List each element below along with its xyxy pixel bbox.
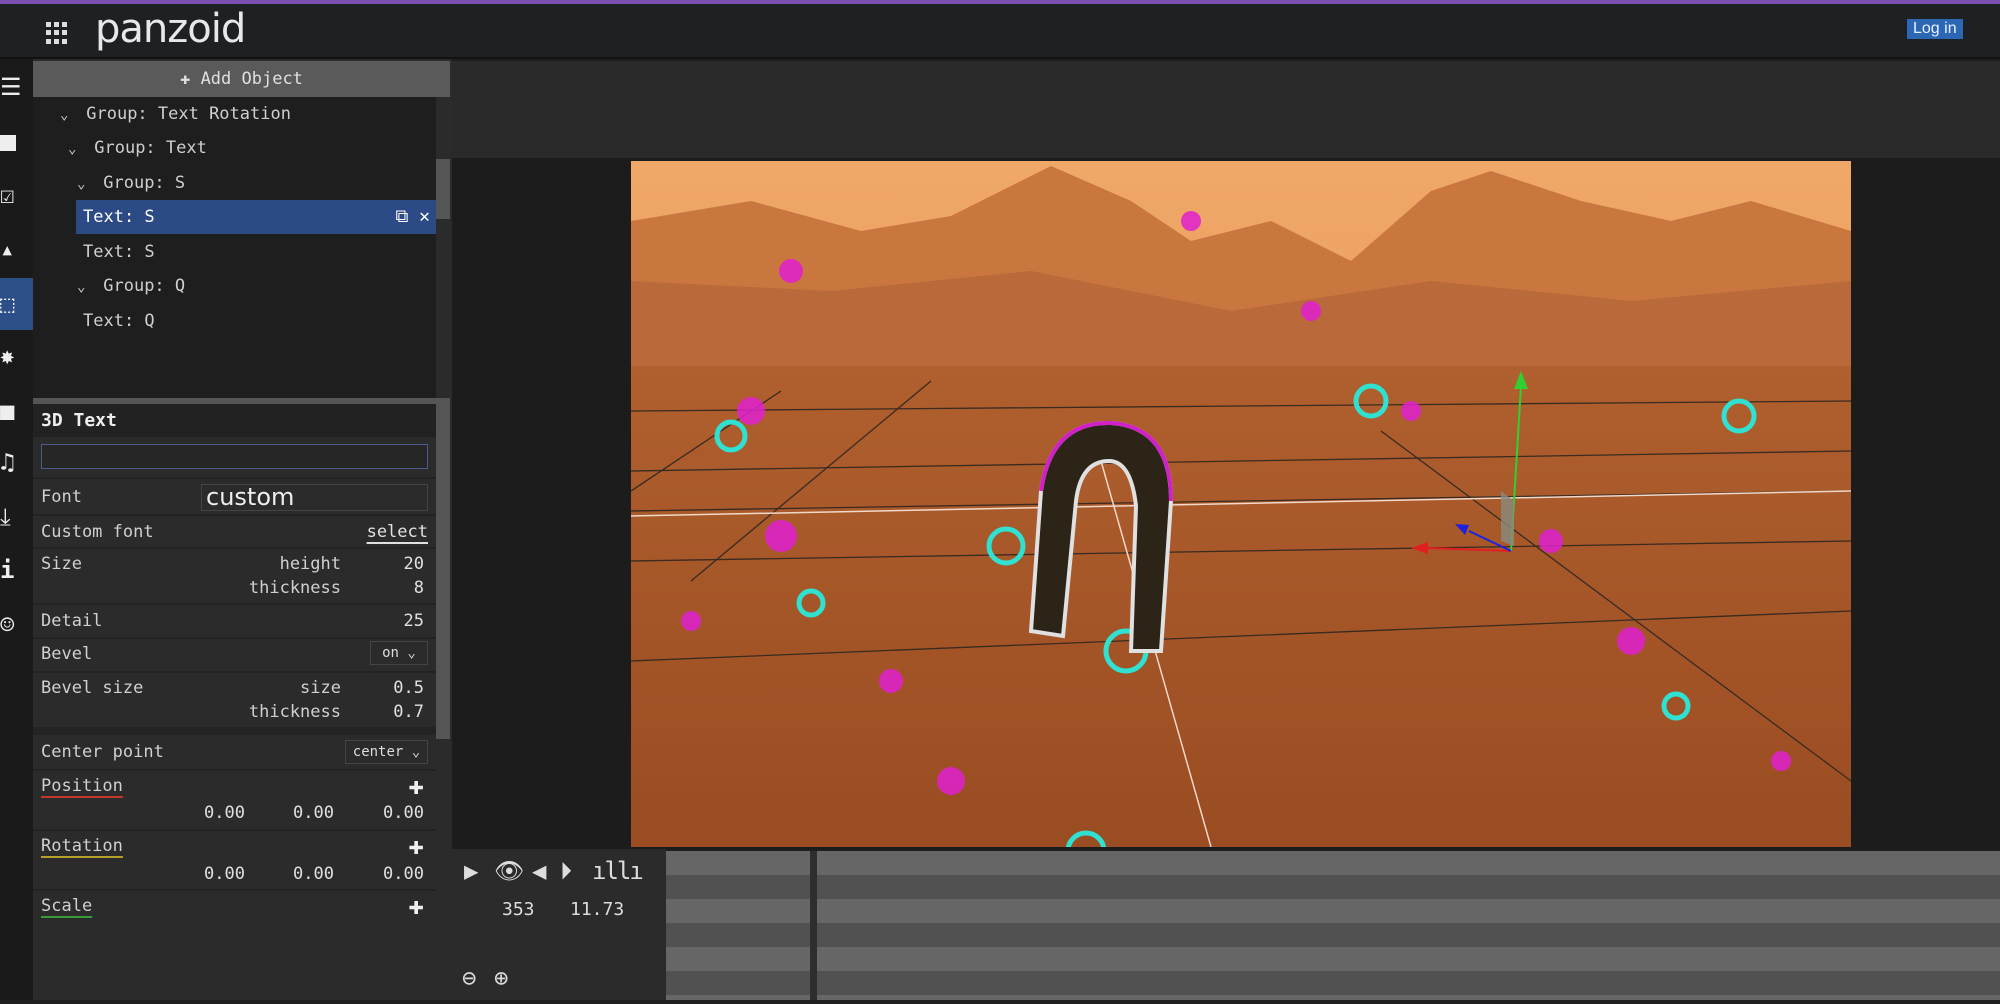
- add-rotation-keyframe-icon[interactable]: ✚: [408, 833, 424, 859]
- eye-icon[interactable]: 👁: [494, 857, 524, 885]
- duplicate-icon[interactable]: ⧉: [395, 206, 408, 227]
- center-point-label: Center point: [41, 742, 164, 762]
- camera-icon[interactable]: ■: [0, 396, 33, 426]
- zoom-out-icon[interactable]: ⊖: [462, 964, 476, 992]
- plus-icon: ✚: [180, 69, 201, 89]
- scale-label: Scale: [41, 896, 93, 916]
- props-title: 3D Text: [33, 404, 436, 437]
- timeline-controls: ▶ 👁 ◀ ⏵ ıllı 353 11.73 ⊖ ⊕: [452, 849, 666, 1000]
- rotation-label: Rotation: [41, 836, 123, 856]
- tree-item-label: Group: Text: [94, 138, 207, 158]
- center-value: center: [352, 744, 404, 760]
- timeline-tracks[interactable]: [666, 851, 2000, 1000]
- chevron-down-icon[interactable]: ⌄: [77, 167, 93, 201]
- height-value[interactable]: 20: [404, 554, 424, 574]
- tree-item-label: Text: S: [83, 207, 155, 227]
- rotation-y[interactable]: 0.00: [293, 864, 334, 884]
- volume-icon[interactable]: ◀: [532, 857, 546, 885]
- center-point-select[interactable]: center ⌄: [345, 740, 428, 764]
- tree-item-label: Group: Text Rotation: [86, 104, 291, 124]
- text-input[interactable]: [41, 444, 428, 469]
- position-y[interactable]: 0.00: [293, 803, 334, 823]
- add-object-button[interactable]: ✚ Add Object: [33, 61, 450, 97]
- detail-value[interactable]: 25: [404, 611, 424, 631]
- height-label: height: [279, 554, 341, 574]
- close-icon[interactable]: ✕: [419, 206, 430, 227]
- logo[interactable]: panzoid: [95, 6, 246, 52]
- tree-item[interactable]: ⌄ Group: Text: [33, 131, 436, 165]
- login-button[interactable]: Log in: [1907, 19, 1963, 39]
- smiley-icon[interactable]: ☺: [0, 610, 33, 640]
- tree-item[interactable]: ⌄ Group: Text Rotation: [33, 97, 436, 131]
- side-panel: ✚ Add Object ⌄ Group: Text Rotation ⌄ Gr…: [33, 59, 452, 1000]
- bevel-select[interactable]: on ⌄: [370, 641, 428, 665]
- properties-panel: 3D Text Font custom Custom font select S…: [33, 404, 436, 1004]
- tree-item-selected[interactable]: Text: S ⧉ ✕: [76, 200, 436, 234]
- info-icon[interactable]: i: [0, 555, 33, 585]
- thickness-value[interactable]: 8: [414, 578, 424, 598]
- tree-item-label: Text: S: [83, 242, 155, 262]
- burst-icon[interactable]: ✸: [0, 341, 33, 371]
- tree-item[interactable]: Text: Q: [33, 304, 436, 338]
- size-label: Size: [41, 554, 82, 574]
- viewport-toolbar: [452, 61, 2000, 158]
- scene-canvas[interactable]: [631, 161, 1851, 847]
- menu-icon[interactable]: ☰: [0, 72, 33, 102]
- add-scale-keyframe-icon[interactable]: ✚: [408, 893, 424, 919]
- image-icon[interactable]: ▴: [0, 234, 33, 264]
- tree-item[interactable]: Text: S: [33, 235, 436, 269]
- font-label: Font: [41, 487, 82, 507]
- props-scrollbar[interactable]: [436, 404, 450, 739]
- step-forward-icon[interactable]: ⏵: [560, 857, 572, 885]
- select-font-link[interactable]: select: [367, 522, 428, 542]
- chevron-down-icon[interactable]: ⌄: [77, 270, 93, 304]
- add-position-keyframe-icon[interactable]: ✚: [408, 773, 424, 799]
- tree-item-label: Group: Q: [103, 276, 186, 296]
- rotation-z[interactable]: 0.00: [383, 864, 424, 884]
- frame-counter: 353: [502, 899, 535, 920]
- bevel-size-label: Bevel size: [41, 678, 144, 698]
- music-icon[interactable]: ♫: [0, 447, 33, 477]
- tree-item-label: Text: Q: [83, 311, 155, 331]
- add-object-label: Add Object: [200, 69, 303, 89]
- apps-grid-icon[interactable]: [46, 22, 68, 44]
- custom-font-label: Custom font: [41, 522, 154, 542]
- tree-item-label: Group: S: [103, 173, 186, 193]
- font-field[interactable]: custom: [201, 484, 428, 511]
- playhead[interactable]: [810, 851, 817, 1000]
- download-icon[interactable]: ⤓: [0, 502, 33, 532]
- detail-label: Detail: [41, 611, 103, 631]
- play-icon[interactable]: ▶: [464, 857, 478, 885]
- chevron-down-icon[interactable]: ⌄: [68, 132, 84, 166]
- position-x[interactable]: 0.00: [204, 803, 245, 823]
- position-z[interactable]: 0.00: [383, 803, 424, 823]
- bevel-size-value[interactable]: 0.5: [393, 678, 424, 698]
- checkbox-icon[interactable]: ☑: [0, 180, 33, 210]
- tree-item[interactable]: ⌄ Group: Q: [33, 269, 436, 303]
- chevron-down-icon: ⌄: [407, 645, 416, 661]
- thickness-label: thickness: [248, 578, 341, 598]
- tree-item[interactable]: ⌄ Group: S: [33, 166, 436, 200]
- bevel-thickness-sub: thickness: [248, 702, 341, 722]
- rotation-x[interactable]: 0.00: [204, 864, 245, 884]
- header: panzoid Log in: [0, 4, 2000, 59]
- chevron-down-icon[interactable]: ⌄: [60, 98, 76, 132]
- scene-render: [631, 161, 1851, 847]
- bevel-thickness-value[interactable]: 0.7: [393, 702, 424, 722]
- zoom-in-icon[interactable]: ⊕: [494, 964, 508, 992]
- rectangle-icon[interactable]: [0, 128, 33, 158]
- object-tree: ⌄ Group: Text Rotation ⌄ Group: Text ⌄ G…: [33, 97, 436, 398]
- 3d-cube-icon[interactable]: ⬚: [0, 278, 33, 330]
- time-readout: 11.73: [570, 899, 625, 920]
- tree-scrollbar[interactable]: [436, 159, 450, 219]
- bevel-size-sub: size: [300, 678, 341, 698]
- tool-rail: ☰ ☑ ▴ ⬚ ✸ ■ ♫ ⤓ i ☺: [0, 59, 33, 1000]
- bevel-label: Bevel: [41, 644, 93, 664]
- position-label: Position: [41, 776, 123, 796]
- bevel-value: on: [382, 645, 399, 661]
- waveform-icon[interactable]: ıllı: [592, 857, 644, 885]
- chevron-down-icon: ⌄: [411, 744, 421, 760]
